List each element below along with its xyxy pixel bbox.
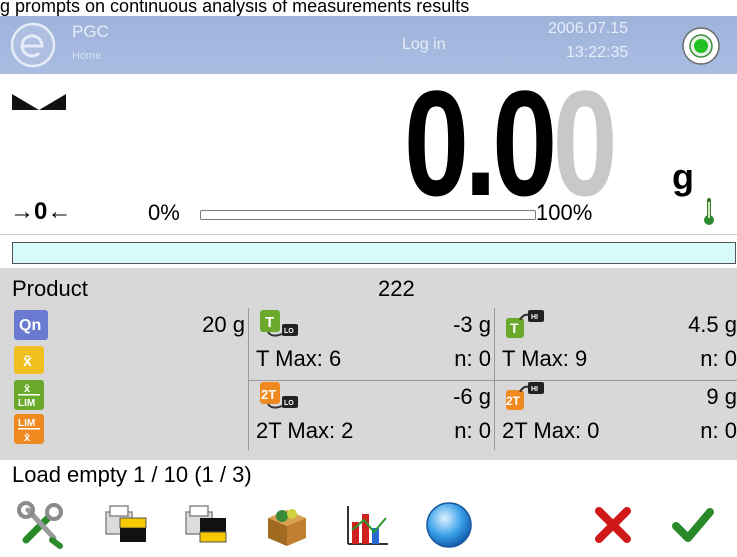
status-indicator-icon[interactable] xyxy=(681,26,721,66)
product-label: Product xyxy=(12,276,88,301)
lim-mean-icon: LIM x̄ xyxy=(14,414,44,444)
close-icon xyxy=(595,507,631,543)
t2-hi-count: n: 0 xyxy=(700,418,737,443)
weight-value-main: 0.0 xyxy=(403,59,557,227)
svg-text:x̄: x̄ xyxy=(24,432,31,444)
settings-button[interactable] xyxy=(12,496,70,554)
info-button[interactable] xyxy=(420,496,478,554)
mean-icon: x̄ xyxy=(14,346,44,374)
qn-icon: Qn xyxy=(14,310,48,340)
svg-text:LO: LO xyxy=(284,400,294,407)
svg-text:HI: HI xyxy=(531,314,538,321)
svg-text:HI: HI xyxy=(531,386,538,393)
date-display: 2006.07.15 xyxy=(548,20,629,37)
t-hi-value: 4.5 g xyxy=(688,312,737,337)
t2-hi-max: 2T Max: 0 xyxy=(502,418,600,443)
weight-unit[interactable]: g xyxy=(672,156,694,198)
thermometer-icon xyxy=(704,198,714,225)
grid-divider xyxy=(248,308,249,450)
info-circle-icon xyxy=(426,502,472,548)
print-header-button[interactable] xyxy=(96,496,154,554)
svg-text:LIM: LIM xyxy=(18,398,35,409)
svg-text:T: T xyxy=(510,320,519,336)
printer-header-icon xyxy=(105,505,147,542)
t2-lo-icon: 2T LO xyxy=(260,382,298,409)
tools-icon xyxy=(17,501,63,549)
t-lo-icon: T LO xyxy=(260,310,298,337)
t-lo-max: T Max: 6 xyxy=(256,346,342,371)
t-hi-count: n: 0 xyxy=(700,346,737,371)
grid-divider xyxy=(494,308,495,450)
printer-footer-icon xyxy=(185,505,227,543)
bottom-toolbar xyxy=(0,492,737,557)
cancel-button[interactable] xyxy=(584,496,642,554)
caption-text: g prompts on continuous analysis of meas… xyxy=(0,0,470,16)
stability-marker-icon xyxy=(12,94,66,110)
svg-text:LO: LO xyxy=(284,328,294,335)
t-hi-max: T Max: 9 xyxy=(502,346,588,371)
info-panel: Product 222 Qn x̄ x̄ LIM LIM x̄ 20 g T L… xyxy=(0,268,737,460)
info-bar xyxy=(12,242,736,264)
zero-indicator: →0← xyxy=(10,198,72,225)
svg-text:2T: 2T xyxy=(261,387,276,402)
svg-text:x̄: x̄ xyxy=(23,353,32,370)
weighing-display: 0.00 g →0← 0% 100% xyxy=(0,68,737,235)
t2-lo-max: 2T Max: 2 xyxy=(256,418,354,443)
t2-hi-value: 9 g xyxy=(706,384,737,409)
svg-text:x̄: x̄ xyxy=(24,383,31,395)
mean-lim-icon: x̄ LIM xyxy=(14,380,44,410)
t2-hi-icon: 2T HI xyxy=(506,382,544,410)
t2-lo-value: -6 g xyxy=(453,384,491,409)
product-box-icon xyxy=(268,509,306,546)
bar-max-label: 100% xyxy=(536,200,593,225)
product-value: 222 xyxy=(378,276,415,301)
bar-min-label: 0% xyxy=(148,200,180,225)
confirm-button[interactable] xyxy=(664,496,722,554)
svg-text:LIM: LIM xyxy=(18,418,35,429)
load-status-text: Load empty 1 / 10 (1 / 3) xyxy=(12,462,252,487)
statistics-button[interactable] xyxy=(338,496,396,554)
product-database-button[interactable] xyxy=(258,496,316,554)
t-lo-value: -3 g xyxy=(453,312,491,337)
svg-text:2T: 2T xyxy=(506,394,521,408)
app-logo-icon[interactable] xyxy=(10,22,56,68)
qn-value: 20 g xyxy=(202,312,245,337)
checkmark-icon xyxy=(672,508,714,542)
t-hi-icon: T HI xyxy=(506,310,544,338)
login-button[interactable]: Log in xyxy=(402,36,446,54)
screen-name: Home xyxy=(72,50,102,62)
t2-lo-count: n: 0 xyxy=(454,418,491,443)
app-title: PGC xyxy=(72,22,109,41)
statistics-grid: Qn x̄ x̄ LIM LIM x̄ 20 g T LO -3 g T Max… xyxy=(10,308,737,450)
header-bar: PGC Home Log in 2006.07.15 13:22:35 xyxy=(0,16,737,74)
weight-value: 0.00 xyxy=(404,68,618,218)
grid-divider xyxy=(248,380,737,381)
svg-text:T: T xyxy=(265,314,274,331)
svg-text:Qn: Qn xyxy=(19,317,41,334)
t-lo-count: n: 0 xyxy=(454,346,491,371)
print-footer-button[interactable] xyxy=(176,496,234,554)
bar-chart-icon xyxy=(347,506,388,545)
load-progress-bar xyxy=(200,210,536,220)
